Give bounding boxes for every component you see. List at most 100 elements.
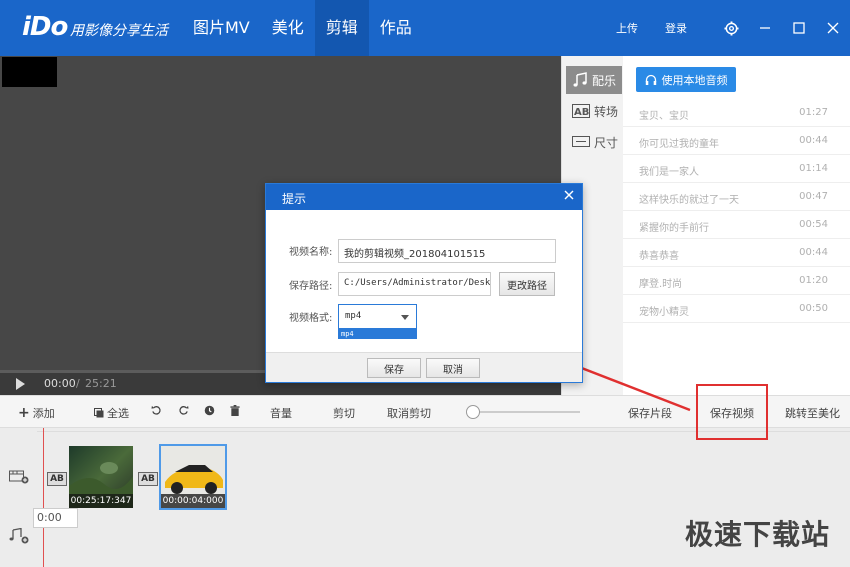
cut-label: 剪切 (333, 407, 355, 420)
timeline-side (0, 428, 37, 567)
list-item[interactable]: 宠物小精灵 00:50 (623, 295, 850, 323)
clock-icon[interactable] (204, 405, 215, 416)
dialog-title-bar: 提示 (266, 184, 582, 210)
undo-icon[interactable] (151, 405, 162, 416)
music-duration: 00:54 (799, 219, 828, 230)
list-item[interactable]: 这样快乐的就过了一天 00:47 (623, 183, 850, 211)
app-logo: iDo (22, 12, 68, 42)
add-video-track-icon[interactable] (9, 468, 29, 484)
timeline-playhead[interactable] (43, 428, 44, 567)
side-tab-size[interactable]: 尺寸 (566, 128, 622, 156)
music-title: 摩登.时尚 (639, 279, 683, 290)
settings-gear-icon[interactable] (714, 0, 748, 56)
cancel-cut-label: 取消剪切 (387, 407, 431, 420)
side-tab-music-label: 配乐 (592, 73, 617, 88)
change-path-button[interactable]: 更改路径 (499, 272, 555, 296)
redo-icon[interactable] (178, 405, 189, 416)
current-time: 00:00 (44, 377, 76, 390)
maximize-icon[interactable] (782, 0, 816, 56)
save-path-field[interactable]: C:/Users/Administrator/Desktop (338, 272, 491, 296)
total-time: 25:21 (85, 377, 117, 390)
cancel-cut-button[interactable]: 取消剪切 (387, 405, 431, 421)
top-right-controls: 上传 登录 (616, 0, 850, 56)
trash-icon[interactable] (230, 405, 240, 416)
watermark-text: 极速下载站 (684, 518, 830, 551)
zoom-slider-handle[interactable] (466, 405, 480, 419)
video-format-select[interactable]: mp4 (338, 304, 417, 329)
cancel-button[interactable]: 取消 (426, 358, 480, 378)
save-segment-button[interactable]: 保存片段 (628, 405, 672, 421)
add-button[interactable]: + 添加 (18, 405, 55, 421)
side-tab-size-label: 尺寸 (594, 135, 619, 150)
video-format-label: 视频格式: (289, 313, 333, 324)
nav-tab-photo-mv[interactable]: 图片MV (182, 0, 261, 56)
headphones-icon (645, 74, 656, 85)
nav-tab-edit[interactable]: 剪辑 (314, 0, 369, 56)
cut-button[interactable]: 剪切 (333, 405, 355, 421)
login-link[interactable]: 登录 (665, 20, 687, 36)
music-duration: 00:50 (799, 303, 828, 314)
music-duration: 01:20 (799, 275, 828, 286)
transition-slot[interactable]: AB (138, 472, 158, 486)
video-clip-selected[interactable]: 00:00:04:000 (159, 444, 227, 510)
size-icon (572, 136, 590, 147)
play-icon[interactable] (16, 378, 25, 390)
use-local-audio-label: 使用本地音频 (661, 73, 728, 87)
app-slogan: 用影像分享生活 (70, 23, 168, 39)
music-title: 宝贝、宝贝 (639, 111, 689, 122)
save-segment-label: 保存片段 (628, 407, 672, 420)
music-duration: 00:44 (799, 247, 828, 258)
time-separator: / (76, 377, 80, 390)
volume-button[interactable]: 音量 (270, 405, 292, 421)
music-list: 宝贝、宝贝 01:27 你可见过我的童年 00:44 我们是一家人 01:14 这样快… (623, 99, 850, 323)
music-note-icon (573, 72, 587, 87)
timeline-time-display: 0:00 (33, 508, 78, 528)
preview-frame (2, 57, 57, 87)
close-icon[interactable] (816, 0, 850, 56)
list-item[interactable]: 紧握你的手前行 00:54 (623, 211, 850, 239)
side-tab-transition[interactable]: AB 转场 (566, 97, 622, 125)
main-nav: 图片MV 美化 剪辑 作品 (182, 0, 423, 56)
music-title: 我们是一家人 (639, 167, 699, 178)
clip-duration: 00:00:04:000 (162, 496, 224, 506)
video-name-label: 视频名称: (289, 247, 333, 258)
side-tab-transition-label: 转场 (594, 104, 619, 119)
select-all-button[interactable]: 全选 (94, 405, 129, 421)
list-item[interactable]: 我们是一家人 01:14 (623, 155, 850, 183)
goto-beautify-button[interactable]: 跳转至美化 (785, 405, 840, 421)
list-item[interactable]: 恭喜恭喜 00:44 (623, 239, 850, 267)
plus-icon: + (18, 404, 30, 421)
select-all-label: 全选 (107, 407, 129, 420)
add-music-track-icon[interactable] (9, 528, 29, 544)
list-item[interactable]: 宝贝、宝贝 01:27 (623, 99, 850, 127)
zoom-slider-track[interactable] (470, 411, 580, 413)
music-title: 你可见过我的童年 (639, 139, 719, 150)
save-dialog: 提示 视频名称: 我的剪辑视频_201804101515 保存路径: C:/Us… (265, 183, 583, 383)
video-clip[interactable]: 00:25:17:347 (69, 446, 133, 508)
svg-text:AB: AB (574, 107, 589, 118)
music-title: 这样快乐的就过了一天 (639, 195, 739, 206)
save-button[interactable]: 保存 (367, 358, 421, 378)
list-item[interactable]: 你可见过我的童年 00:44 (623, 127, 850, 155)
music-title: 紧握你的手前行 (639, 223, 709, 234)
nav-tab-works[interactable]: 作品 (369, 0, 423, 56)
upload-link[interactable]: 上传 (616, 20, 638, 36)
save-path-label: 保存路径: (289, 281, 333, 292)
music-duration: 01:14 (799, 163, 828, 174)
add-label: 添加 (32, 407, 55, 420)
use-local-audio-button[interactable]: 使用本地音频 (636, 67, 736, 92)
side-tab-music[interactable]: 配乐 (566, 66, 622, 94)
nav-tab-beautify[interactable]: 美化 (261, 0, 315, 56)
volume-label: 音量 (270, 407, 292, 420)
music-panel: 使用本地音频 宝贝、宝贝 01:27 你可见过我的童年 00:44 我们是一家人 01… (623, 56, 850, 395)
ab-transition-icon: AB (572, 104, 590, 118)
transition-slot[interactable]: AB (47, 472, 67, 486)
minimize-icon[interactable] (748, 0, 782, 56)
music-duration: 01:27 (799, 107, 828, 118)
format-option[interactable]: mp4 (338, 329, 417, 339)
dialog-close-icon[interactable] (562, 188, 576, 202)
music-duration: 00:47 (799, 191, 828, 202)
music-title: 恭喜恭喜 (639, 251, 679, 262)
video-name-field[interactable]: 我的剪辑视频_201804101515 (338, 239, 556, 263)
list-item[interactable]: 摩登.时尚 01:20 (623, 267, 850, 295)
